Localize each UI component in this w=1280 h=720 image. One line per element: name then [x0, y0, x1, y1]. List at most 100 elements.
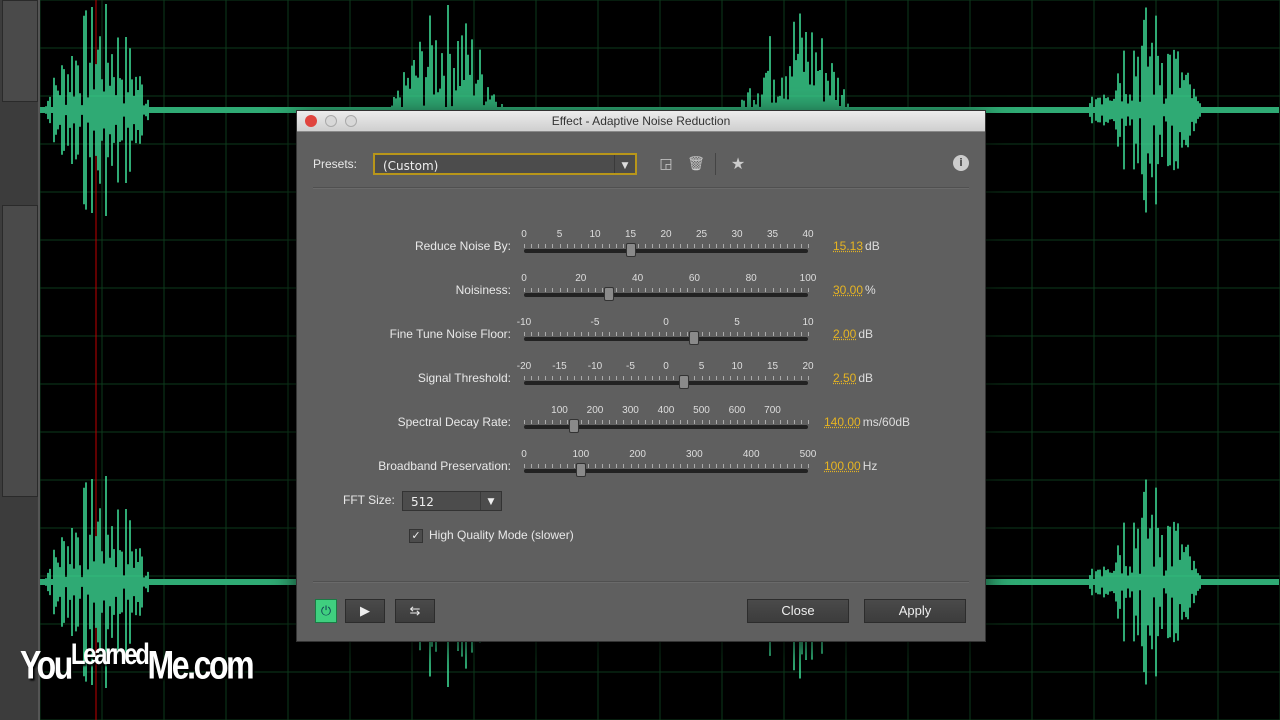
power-toggle-button[interactable]: ⏻: [315, 599, 337, 623]
vertical-scrollbar[interactable]: [2, 205, 38, 497]
tick-mark: [524, 464, 525, 468]
slider-value[interactable]: 100.00 Hz: [824, 459, 877, 473]
left-panel: [0, 0, 40, 720]
slider[interactable]: -10 -5 0 5 10: [517, 313, 814, 353]
tick-label: 200: [629, 449, 646, 460]
slider-thumb[interactable]: [568, 419, 579, 433]
tick-mark: [772, 376, 774, 380]
slider-row: Signal Threshold: -20 -15 -10 -5 0 5 10 15 20 2.…: [297, 357, 985, 397]
fft-size-dropdown[interactable]: 512 ▼: [402, 491, 502, 511]
tick-label: 0: [521, 449, 527, 460]
value-number[interactable]: 2.00: [833, 327, 856, 341]
tick-label: 15: [624, 229, 637, 240]
chevron-down-icon: ▼: [614, 155, 635, 173]
slider-track[interactable]: [524, 469, 808, 473]
tick-mark: [602, 464, 604, 468]
tick-mark: [701, 464, 703, 468]
play-button[interactable]: ▶: [345, 599, 385, 623]
loop-icon: ⇆: [409, 603, 421, 618]
slider-value[interactable]: 140.00 ms/60dB: [824, 415, 910, 429]
slider-label: Signal Threshold:: [417, 371, 511, 385]
slider-value[interactable]: 2.00 dB: [833, 327, 873, 341]
slider[interactable]: 0 100 200 300 400 500: [521, 445, 816, 485]
slider[interactable]: 0 5 10 15 20 25 30 35 40: [521, 225, 814, 265]
watermark-text: Me.com: [147, 643, 254, 688]
tick-mark: [623, 420, 625, 424]
tick-mark: [786, 376, 788, 380]
slider-thumb[interactable]: [575, 463, 586, 477]
slider-label: Spectral Decay Rate:: [397, 415, 511, 429]
slider-track[interactable]: [524, 425, 808, 429]
slider-thumb[interactable]: [689, 331, 700, 345]
tick-mark: [545, 332, 547, 336]
slider-value[interactable]: 2.50 dB: [833, 371, 873, 385]
loop-button[interactable]: ⇆: [395, 599, 435, 623]
minimize-window-icon[interactable]: [325, 115, 337, 127]
slider[interactable]: 100 200 300 400 500 600 700: [524, 401, 809, 441]
delete-preset-icon[interactable]: 🗑: [687, 155, 705, 173]
tick-mark: [751, 464, 753, 468]
tick-mark: [800, 244, 802, 248]
slider[interactable]: -20 -15 -10 -5 0 5 10 15 20: [517, 357, 814, 397]
zoom-window-icon[interactable]: [345, 115, 357, 127]
close-button[interactable]: Close: [747, 599, 849, 623]
slider-track[interactable]: [524, 381, 808, 385]
tick-label: 80: [745, 273, 757, 284]
tick-mark: [630, 420, 632, 424]
tick-label: 30: [731, 229, 743, 240]
slider-thumb[interactable]: [626, 243, 637, 257]
tick-mark: [722, 376, 724, 380]
tick-label: 0: [521, 229, 527, 240]
tick-mark: [545, 288, 547, 292]
tick-mark: [595, 464, 596, 468]
tick-mark: [602, 420, 604, 424]
info-icon[interactable]: i: [953, 155, 969, 171]
value-number[interactable]: 30.00: [833, 283, 863, 297]
tick-mark: [715, 464, 717, 468]
tick-mark: [531, 244, 533, 248]
slider-row: Fine Tune Noise Floor: -10 -5 0 5 10 2.00 dB: [297, 313, 985, 353]
tick-mark: [680, 420, 682, 424]
tick-mark: [602, 376, 604, 380]
high-quality-checkbox[interactable]: ✓: [409, 529, 423, 543]
tick-mark: [779, 420, 781, 424]
slider-track[interactable]: [524, 337, 808, 341]
tick-mark: [673, 420, 675, 424]
tick-mark: [729, 376, 731, 380]
close-window-icon[interactable]: [305, 115, 317, 127]
slider-value[interactable]: 30.00%: [833, 283, 876, 297]
slider-track[interactable]: [524, 293, 808, 297]
fft-size-value: 512: [411, 495, 434, 509]
tick-mark: [722, 420, 724, 424]
play-icon: ▶: [360, 603, 370, 618]
apply-button[interactable]: Apply: [864, 599, 966, 623]
slider-value[interactable]: 15.13 dB: [833, 239, 880, 253]
slider-thumb[interactable]: [604, 287, 615, 301]
tick-mark: [765, 288, 767, 292]
tick-mark: [658, 244, 660, 248]
value-number[interactable]: 140.00: [824, 415, 861, 429]
save-preset-icon[interactable]: ◲: [657, 155, 675, 173]
high-quality-label[interactable]: High Quality Mode (slower): [429, 528, 574, 542]
slider-label: Reduce Noise By:: [414, 239, 511, 253]
favorite-star-icon[interactable]: ★: [729, 155, 747, 173]
panel-strip: [2, 0, 38, 102]
value-number[interactable]: 2.50: [833, 371, 856, 385]
tick-mark: [587, 332, 589, 336]
tick-label: 15: [766, 361, 779, 372]
title-bar[interactable]: Effect - Adaptive Noise Reduction: [297, 111, 985, 132]
tick-mark: [666, 244, 667, 248]
tick-label: -10: [516, 317, 532, 328]
slider[interactable]: 0 20 40 60 80 100: [521, 269, 816, 309]
presets-dropdown[interactable]: (Custom) ▼: [373, 153, 637, 175]
tick-mark: [609, 464, 611, 468]
tick-mark: [666, 332, 667, 336]
tick-mark: [708, 420, 710, 424]
tick-mark: [793, 376, 795, 380]
tick-mark: [580, 420, 582, 424]
slider-thumb[interactable]: [678, 375, 689, 389]
value-number[interactable]: 15.13: [833, 239, 863, 253]
value-number[interactable]: 100.00: [824, 459, 861, 473]
slider-track[interactable]: [524, 249, 808, 253]
tick-mark: [729, 288, 731, 292]
